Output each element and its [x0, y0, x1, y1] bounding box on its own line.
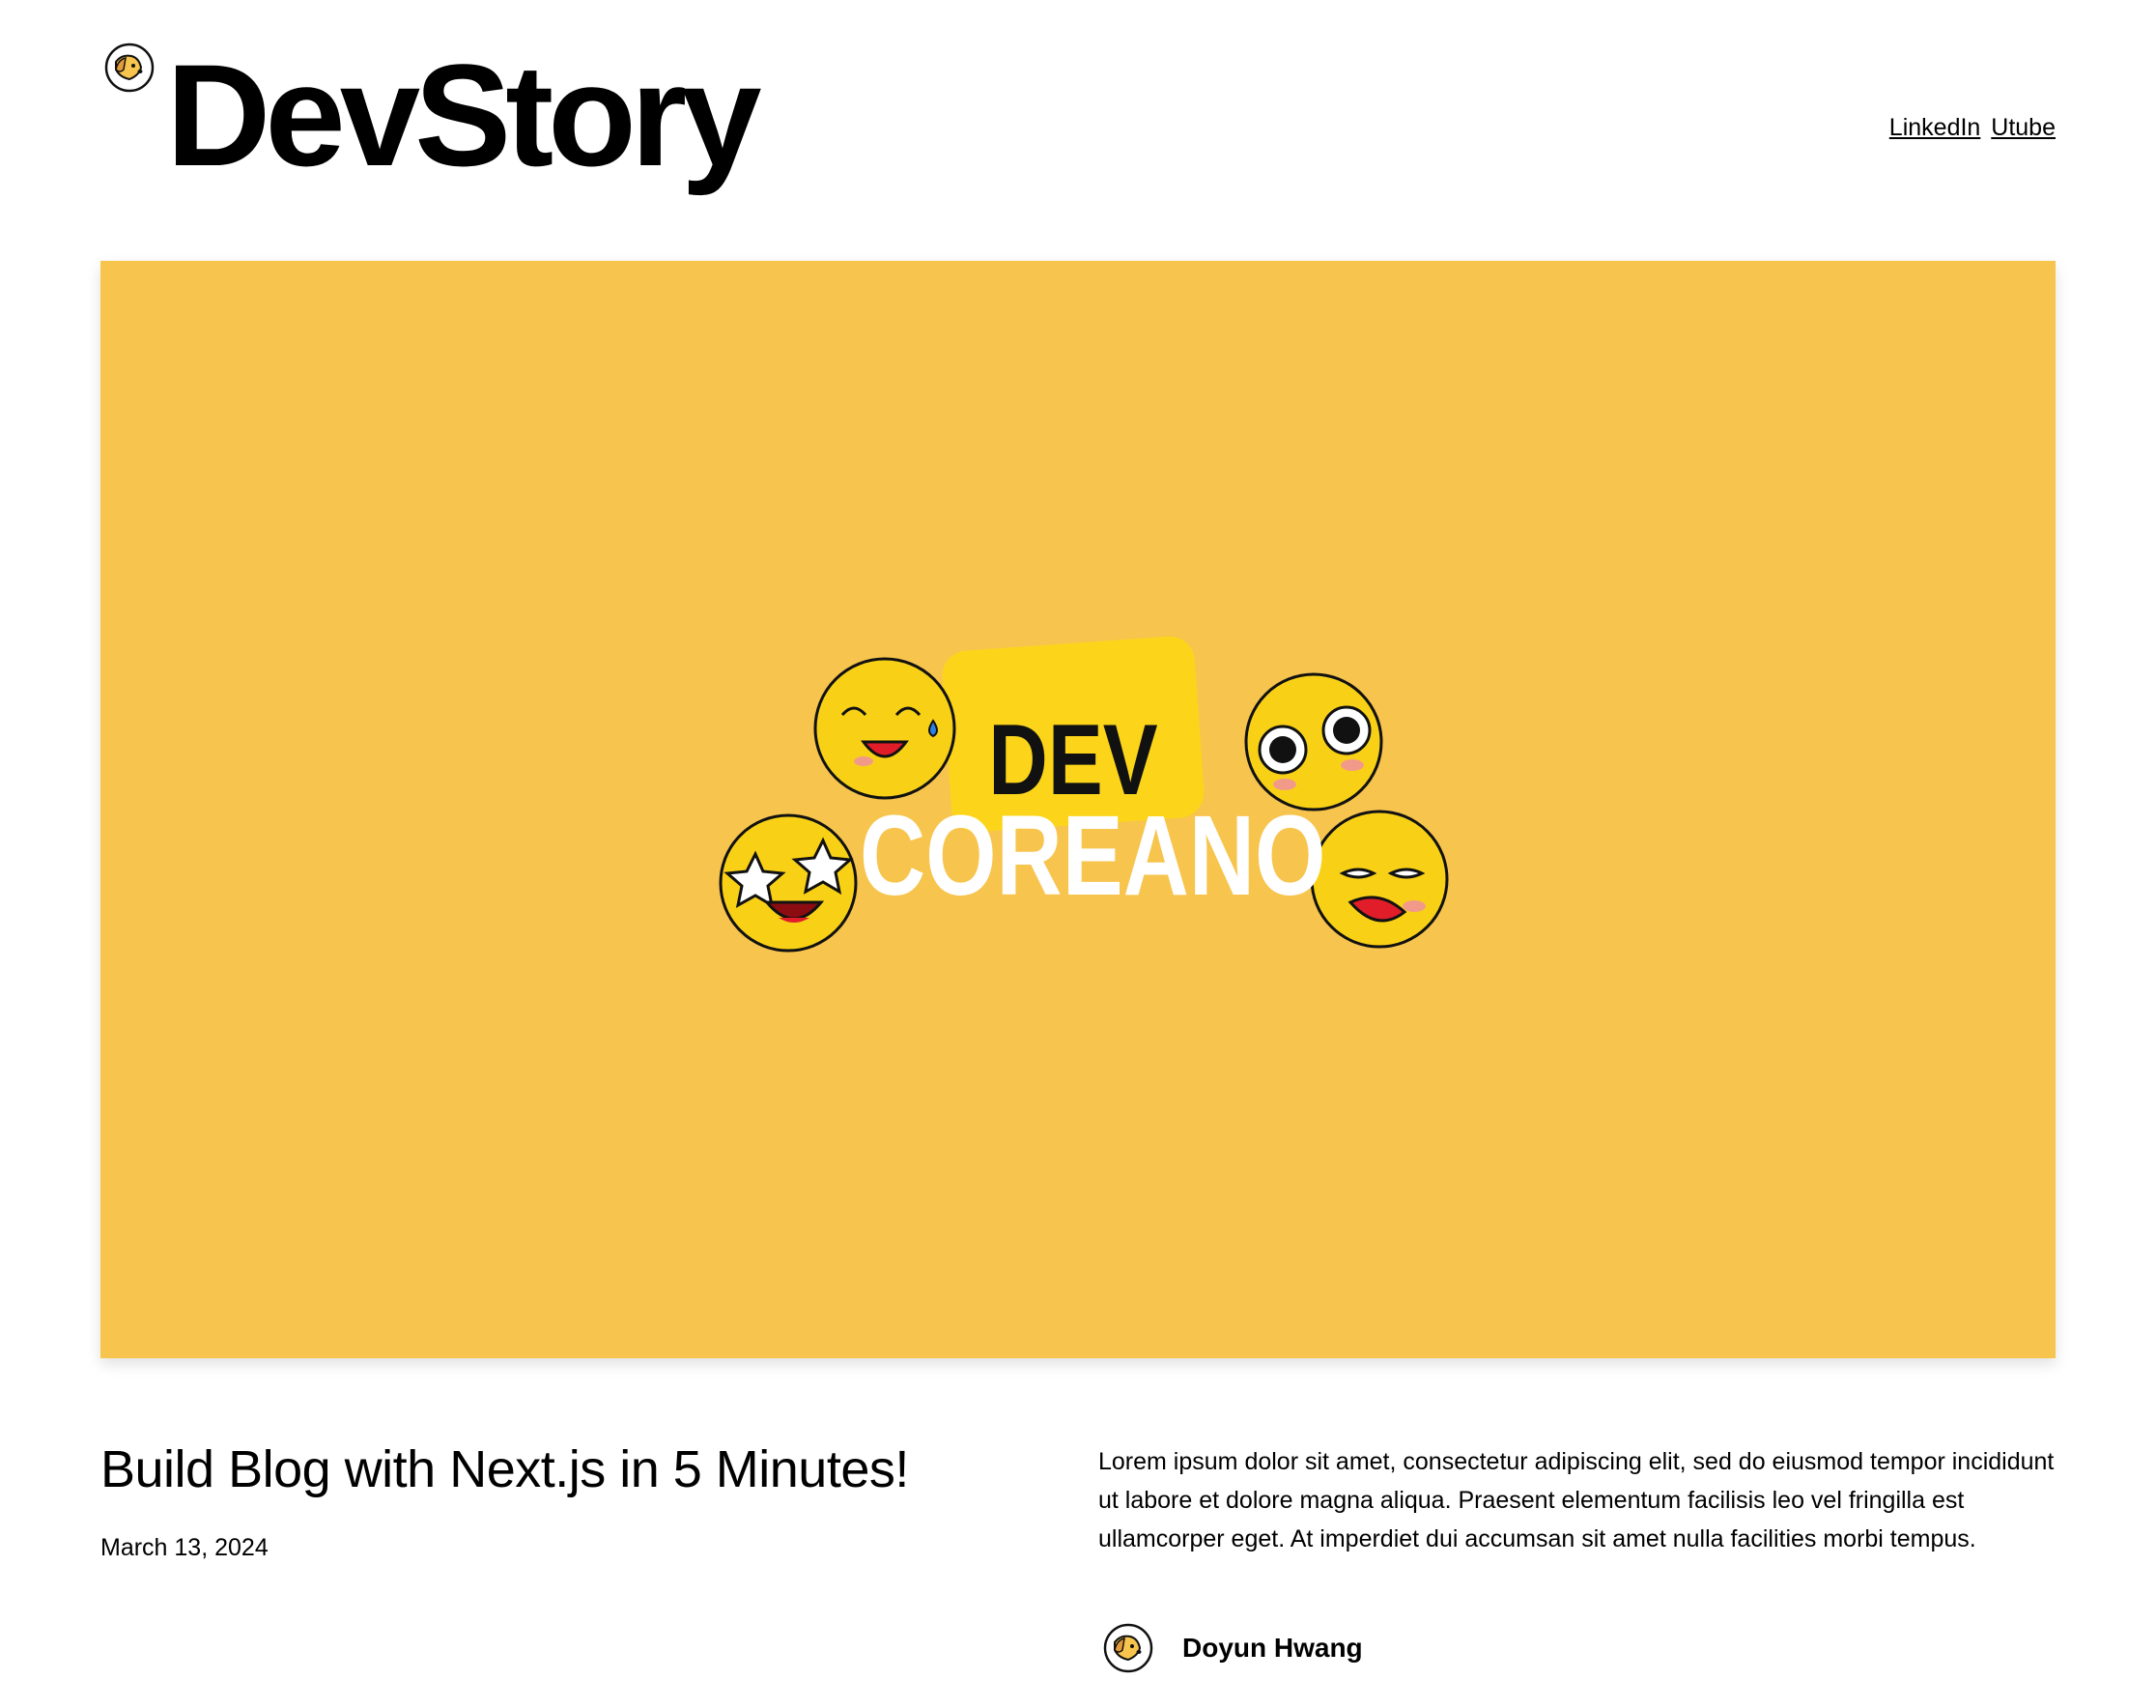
- dog-avatar-icon: [1103, 1623, 1153, 1673]
- dizzy-eyes-emoji-icon: [1244, 672, 1383, 811]
- dog-logo-icon[interactable]: [104, 43, 155, 93]
- site-header: DevStory LinkedIn Utube: [100, 39, 2056, 203]
- nav-link-linkedin[interactable]: LinkedIn: [1889, 114, 1981, 141]
- nav-link-utube[interactable]: Utube: [1991, 114, 2056, 141]
- hero-cover-image[interactable]: DEV COREANO: [100, 261, 2056, 1358]
- hero-main-text: COREANO: [860, 791, 1325, 920]
- author-name: Doyun Hwang: [1182, 1633, 1363, 1663]
- star-eyes-laughing-emoji-icon: [719, 813, 858, 953]
- hero-illustration: DEV COREANO: [719, 636, 1449, 953]
- sweat-laughing-emoji-icon: [813, 657, 956, 800]
- post-date: March 13, 2024: [100, 1534, 269, 1561]
- site-title[interactable]: DevStory: [166, 43, 762, 187]
- post-title[interactable]: Build Blog with Next.js in 5 Minutes!: [100, 1439, 909, 1499]
- crying-emoji-icon: [1310, 810, 1449, 949]
- top-nav: LinkedIn Utube: [1886, 114, 2056, 142]
- post-excerpt: Lorem ipsum dolor sit amet, consectetur …: [1098, 1448, 2055, 1552]
